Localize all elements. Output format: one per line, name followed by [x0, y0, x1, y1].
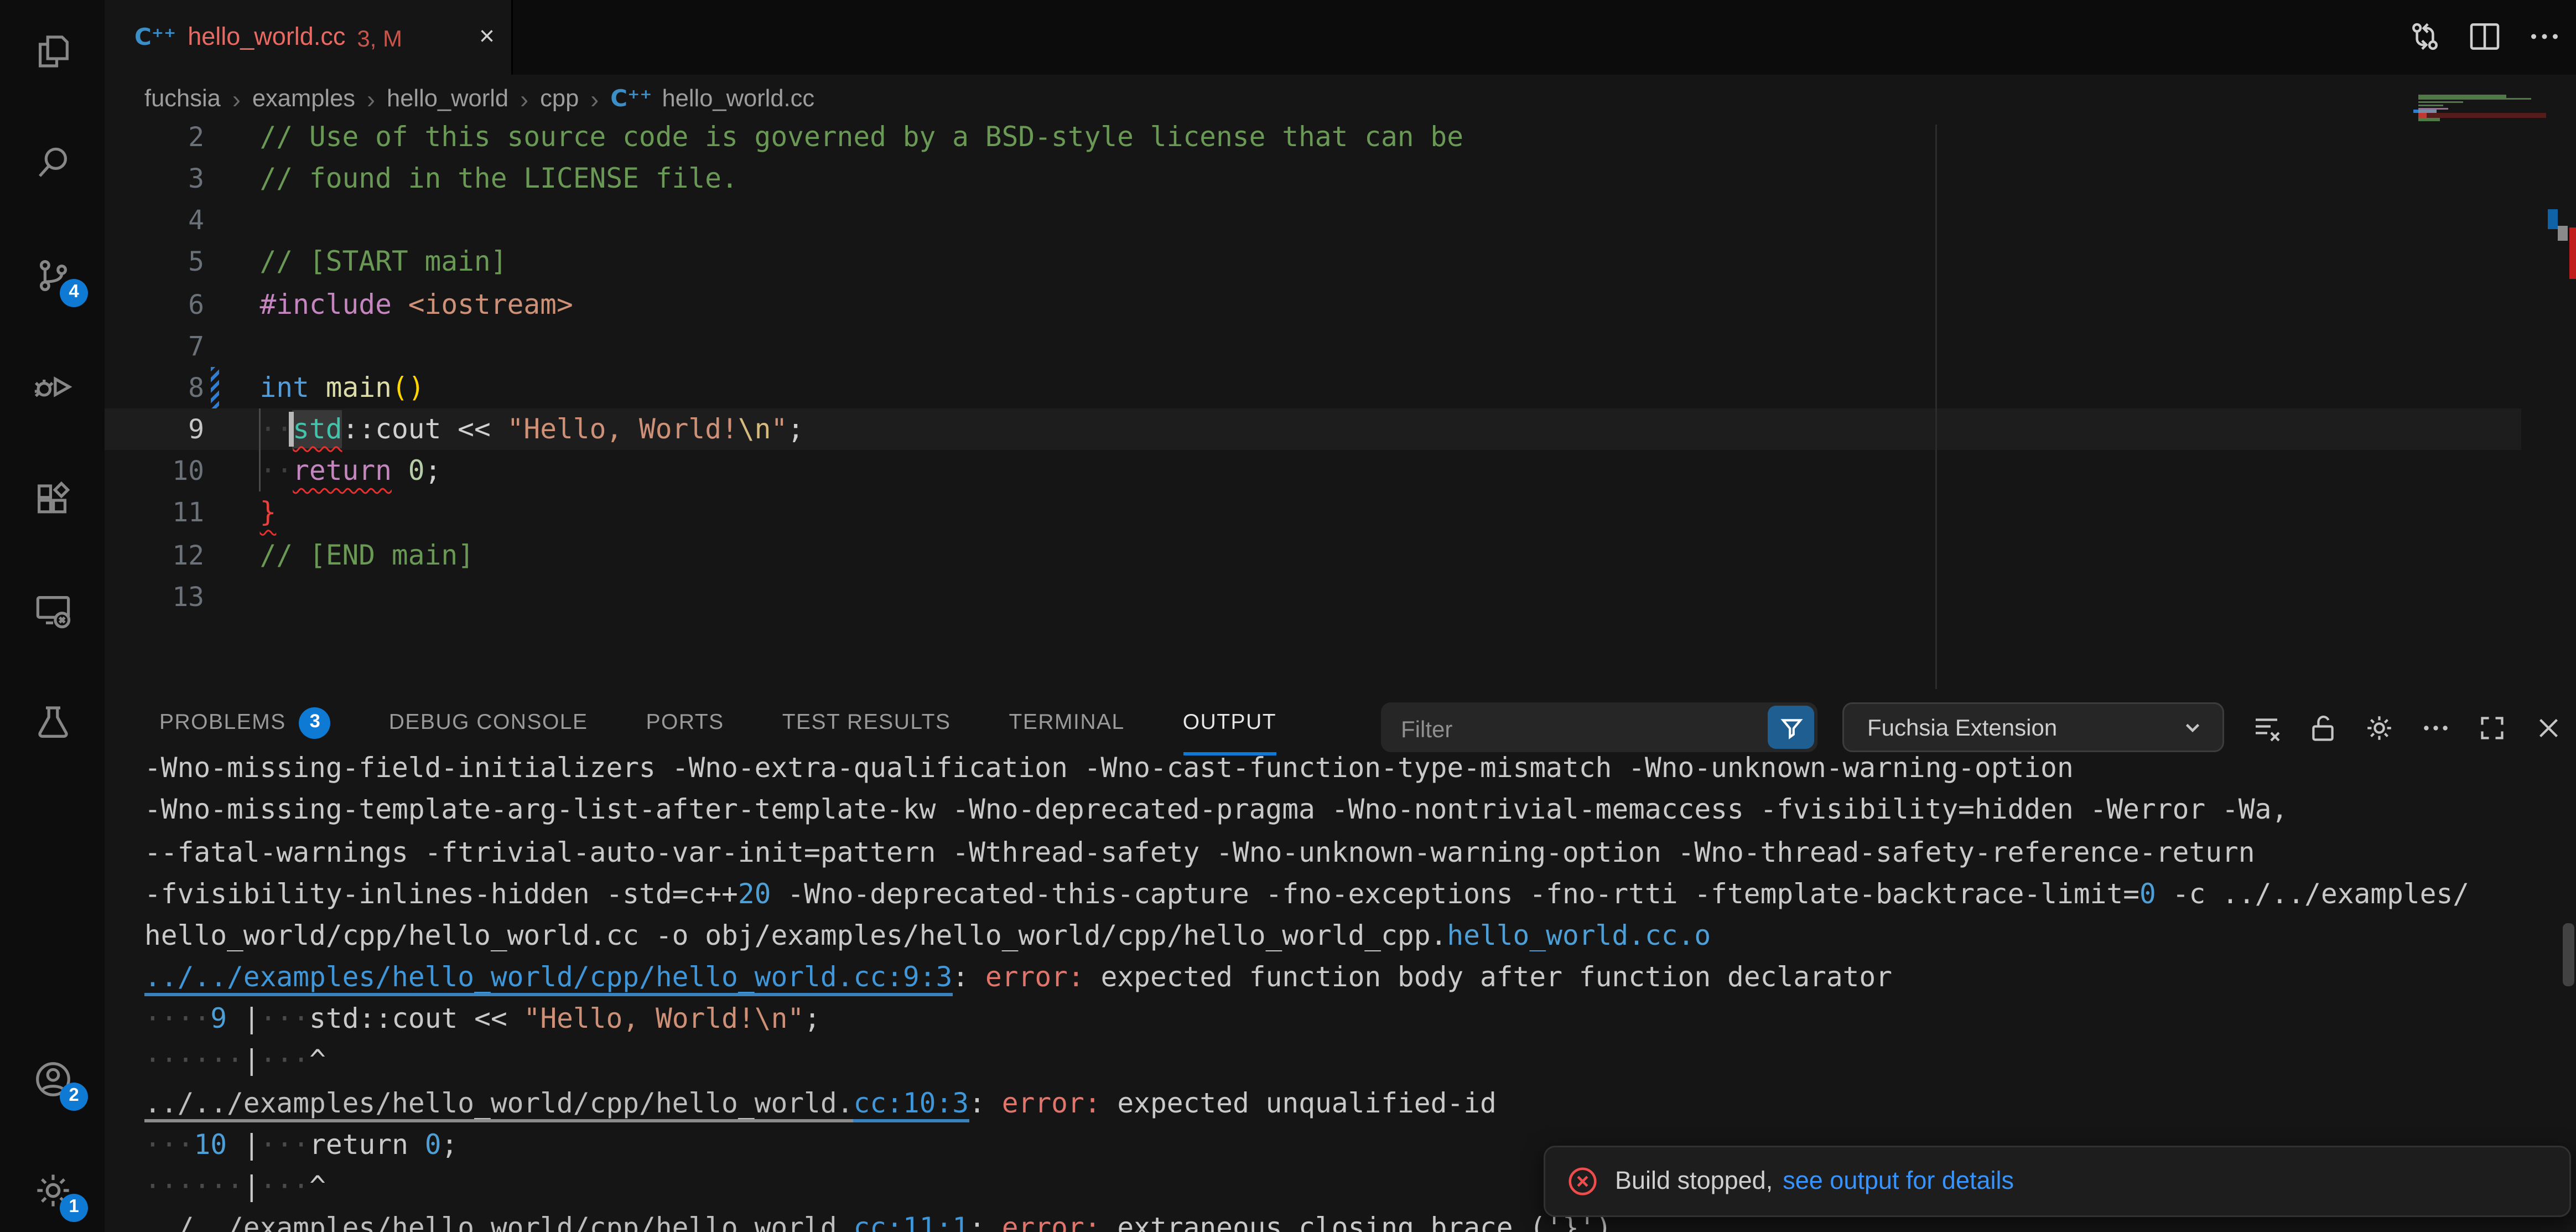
output-text: | [243, 1045, 260, 1076]
output-text: -Wno-missing-field-initializers -Wno-ext… [144, 753, 2074, 784]
output-line: hello_world/cpp/hello_world.cc -o obj/ex… [144, 915, 2568, 956]
output-text: std::cout << [309, 1003, 523, 1035]
filter-input[interactable] [1398, 702, 1753, 755]
output-text: ../../examples/hello_world/cpp/hello_wor… [144, 1212, 853, 1232]
output-line: ····9 |···std::cout << "Hello, World!\n"… [144, 998, 2568, 1040]
close-panel-icon[interactable] [2533, 712, 2564, 743]
output-text: ; [804, 1003, 820, 1035]
notification-message: Build stopped, [1615, 1167, 1773, 1195]
output-text: 0 [2139, 878, 2156, 909]
output-text: extraneous closing brace ('}') [1117, 1212, 1612, 1232]
panel-more-actions-icon[interactable] [2420, 712, 2452, 743]
tab-terminal[interactable]: TERMINAL [1009, 689, 1125, 755]
output-text: ···· [144, 1003, 210, 1035]
output-text: ······ [144, 1170, 243, 1202]
unlock-icon[interactable] [2307, 712, 2339, 743]
output-text: ······ [144, 1045, 243, 1076]
problems-count-badge: 3 [299, 707, 331, 738]
output-text: 0 [425, 1129, 442, 1160]
output-text: --fatal-warnings -ftrivial-auto-var-init… [144, 836, 2255, 868]
output-text: "Hello, World!\n" [524, 1003, 804, 1035]
output-line: ../../examples/hello_world/cpp/hello_wor… [144, 956, 2568, 998]
output-text: | [227, 1129, 260, 1160]
tab-problems[interactable]: PROBLEMS 3 [159, 689, 331, 755]
output-line: --fatal-warnings -ftrivial-auto-var-init… [144, 831, 2568, 873]
output-line: ../../examples/hello_world/cpp/hello_wor… [144, 1082, 2568, 1124]
output-file-link[interactable]: ../../examples/hello_world/cpp/hello_wor… [144, 961, 952, 996]
output-text: expected unqualified-id [1117, 1087, 1496, 1119]
output-text: : [969, 1087, 1002, 1119]
output-text: | [227, 1003, 260, 1035]
output-text: ··· [260, 1003, 309, 1035]
output-file-link[interactable]: cc:11:1 [853, 1212, 969, 1232]
output-text: -fvisibility-inlines-hidden -std=c++ [144, 878, 738, 909]
output-text: error: [985, 961, 1101, 993]
tab-test-results[interactable]: TEST RESULTS [782, 689, 951, 755]
tab-output[interactable]: OUTPUT [1183, 689, 1276, 755]
output-text: ··· [260, 1129, 309, 1160]
output-text: ··· [144, 1129, 194, 1160]
filter-funnel-icon[interactable] [1768, 706, 1814, 749]
panel-scrollbar-thumb[interactable] [2563, 923, 2574, 986]
output-text: error: [1002, 1212, 1118, 1232]
output-text: hello_world.cc.o [1447, 920, 1711, 951]
chevron-down-icon [2179, 714, 2206, 741]
output-text: 10 [194, 1129, 227, 1160]
panel-actions [2251, 702, 2564, 752]
output-text: ^ [309, 1045, 326, 1076]
panel-settings-gear-icon[interactable] [2364, 712, 2395, 743]
output-text: : [969, 1212, 1002, 1232]
output-text: ../../examples/hello_world/cpp/hello_wor… [144, 1087, 853, 1122]
output-text: -c ../../examples/ [2156, 878, 2469, 909]
panel-header: PROBLEMS 3 DEBUG CONSOLE PORTS TEST RESU… [105, 689, 2576, 755]
output-log: -Wno-missing-field-initializers -Wno-ext… [0, 0, 2576, 1232]
output-text: | [243, 1170, 260, 1202]
tab-debug-console[interactable]: DEBUG CONSOLE [389, 689, 588, 755]
maximize-panel-icon[interactable] [2476, 712, 2508, 743]
output-text: return [309, 1129, 425, 1160]
output-text: ; [442, 1129, 458, 1160]
vscode-window: 4 [0, 0, 2576, 1232]
output-text: 20 [738, 878, 771, 909]
output-file-link[interactable]: cc:10:3 [853, 1087, 969, 1122]
output-line: -Wno-missing-template-arg-list-after-tem… [144, 789, 2568, 831]
output-text: error: [1002, 1087, 1118, 1119]
output-line: ······|···^ [144, 1040, 2568, 1081]
output-line: -fvisibility-inlines-hidden -std=c++20 -… [144, 873, 2568, 914]
output-text: -Wno-missing-template-arg-list-after-tem… [144, 794, 2288, 826]
output-text: ··· [260, 1170, 309, 1202]
clear-output-icon[interactable] [2251, 712, 2282, 743]
error-icon [1567, 1166, 1598, 1197]
output-text: 9 [210, 1003, 227, 1035]
output-text: expected function body after function de… [1101, 961, 1892, 993]
see-output-link[interactable]: see output for details [1783, 1167, 2014, 1195]
output-channel-select[interactable]: Fuchsia Extension [1842, 702, 2224, 752]
output-text: : [952, 961, 985, 993]
output-text: ··· [260, 1045, 309, 1076]
tab-ports[interactable]: PORTS [646, 689, 724, 755]
output-text: ^ [309, 1170, 326, 1202]
output-filter [1381, 702, 1817, 752]
output-text: hello_world/cpp/hello_world.cc -o obj/ex… [144, 920, 1447, 951]
notification-toast[interactable]: Build stopped, see output for details [1544, 1146, 2571, 1217]
output-text: -Wno-deprecated-this-capture -fno-except… [771, 878, 2140, 909]
